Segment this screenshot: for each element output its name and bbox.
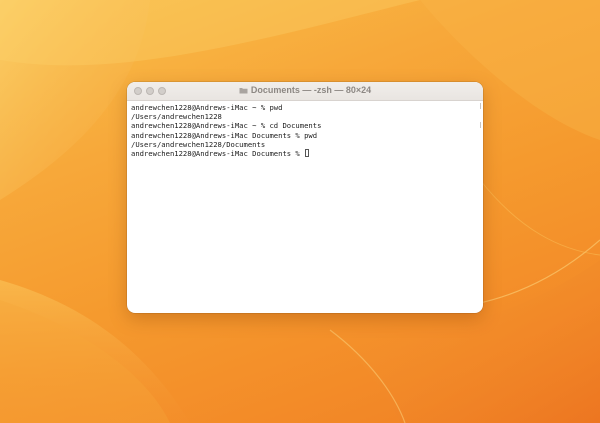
window-title-group: Documents — -zsh — 80×24 [127, 85, 483, 95]
terminal-line: /Users/andrewchen1228/Documents [131, 139, 266, 149]
terminal-prompt: andrewchen1228@Andrews-iMac Documents % [131, 149, 305, 159]
terminal-output[interactable]: andrewchen1228@Andrews-iMac ~ % pwd /Use… [127, 101, 483, 160]
folder-icon [239, 88, 248, 94]
terminal-window[interactable]: Documents — -zsh — 80×24 andrewchen1228@… [127, 82, 483, 313]
terminal-line: andrewchen1228@Andrews-iMac Documents % … [131, 130, 318, 140]
scroll-mark [480, 122, 481, 128]
terminal-line: andrewchen1228@Andrews-iMac ~ % cd Docum… [131, 121, 322, 131]
terminal-prompt-line[interactable]: andrewchen1228@Andrews-iMac Documents % [131, 149, 479, 158]
text-cursor [305, 149, 310, 158]
window-title: Documents — -zsh — 80×24 [250, 85, 372, 95]
terminal-line: andrewchen1228@Andrews-iMac ~ % pwd [131, 103, 283, 112]
window-titlebar[interactable]: Documents — -zsh — 80×24 [127, 82, 483, 101]
scroll-mark [480, 103, 481, 109]
terminal-line: /Users/andrewchen1228 [131, 112, 222, 122]
